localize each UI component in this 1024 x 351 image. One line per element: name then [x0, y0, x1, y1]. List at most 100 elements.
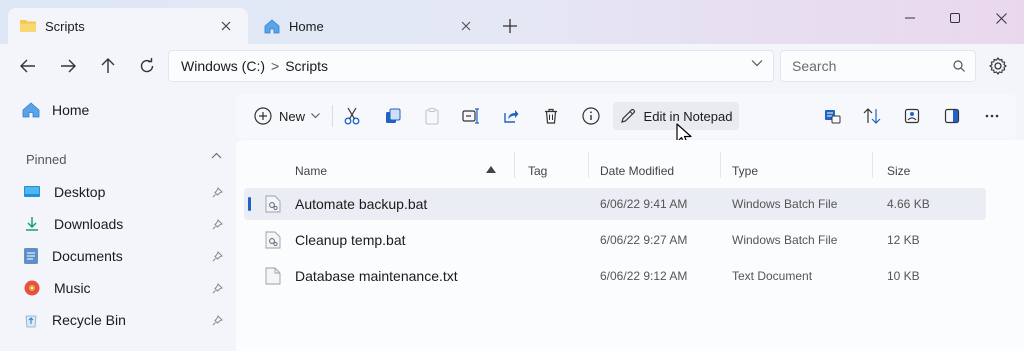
add-icon	[254, 107, 272, 125]
view-icon	[824, 110, 840, 124]
sidebar-item-downloads[interactable]: Downloads	[24, 212, 224, 236]
text-file-icon	[265, 267, 281, 285]
refresh-button[interactable]	[131, 52, 163, 80]
home-icon	[22, 102, 40, 118]
sidebar-item-documents[interactable]: Documents	[24, 244, 224, 268]
sidebar-item-label: Documents	[52, 248, 123, 264]
view-button[interactable]	[816, 102, 848, 130]
sidebar-item-music[interactable]: Music	[24, 276, 224, 300]
column-header-size[interactable]: Size	[887, 164, 910, 178]
column-divider[interactable]	[872, 152, 873, 178]
paste-button[interactable]	[416, 102, 448, 130]
sidebar: Home Pinned Desktop Downloads Documents	[0, 88, 236, 351]
close-icon[interactable]	[456, 16, 476, 36]
file-name: Automate backup.bat	[295, 196, 428, 212]
scissors-icon	[344, 107, 360, 125]
column-header-type[interactable]: Type	[732, 164, 758, 178]
tab-label: Scripts	[45, 18, 85, 34]
batch-file-icon	[265, 195, 281, 213]
pinned-header[interactable]: Pinned	[26, 152, 222, 167]
pin-icon[interactable]	[210, 282, 224, 294]
column-header-name[interactable]: Name	[295, 164, 327, 178]
file-size: 4.66 KB	[887, 197, 930, 211]
pencil-icon	[620, 108, 636, 124]
table-row[interactable]: Cleanup temp.bat 6/06/22 9:27 AM Windows…	[244, 224, 986, 256]
table-row[interactable]: Automate backup.bat 6/06/22 9:41 AM Wind…	[244, 188, 986, 220]
chevron-up-icon[interactable]	[211, 152, 222, 159]
column-header-date[interactable]: Date Modified	[600, 164, 674, 178]
divider	[332, 105, 333, 127]
file-name: Cleanup temp.bat	[295, 232, 406, 248]
column-divider[interactable]	[514, 152, 515, 178]
download-icon	[24, 216, 40, 232]
up-button[interactable]	[92, 52, 124, 80]
new-button[interactable]: New	[250, 102, 324, 130]
column-divider[interactable]	[720, 152, 721, 178]
rename-icon	[462, 108, 479, 124]
back-button[interactable]	[12, 52, 44, 80]
sort-icon	[863, 108, 881, 124]
table-row[interactable]: Database maintenance.txt 6/06/22 9:12 AM…	[244, 260, 986, 292]
delete-button[interactable]	[535, 102, 567, 130]
tab-home[interactable]: Home	[252, 8, 488, 44]
file-size: 10 KB	[887, 269, 920, 283]
pin-icon[interactable]	[210, 218, 224, 230]
copy-button[interactable]	[377, 102, 409, 130]
breadcrumb-folder[interactable]: Scripts	[285, 58, 328, 74]
properties-button[interactable]	[575, 102, 607, 130]
breadcrumb-drive[interactable]: Windows (C:)	[181, 58, 265, 74]
command-bar: New Edit in Notepad	[236, 94, 1016, 138]
gear-icon	[989, 57, 1007, 75]
rename-button[interactable]	[455, 102, 487, 130]
column-header-tag[interactable]: Tag	[528, 164, 547, 178]
sidebar-item-label: Music	[54, 280, 91, 296]
file-type: Windows Batch File	[732, 197, 838, 211]
folder-icon	[20, 19, 36, 33]
search-box[interactable]	[780, 50, 976, 82]
column-divider[interactable]	[588, 152, 589, 178]
close-icon[interactable]	[216, 16, 236, 36]
file-date: 6/06/22 9:41 AM	[600, 197, 688, 211]
pin-icon[interactable]	[210, 314, 224, 326]
search-icon[interactable]	[953, 60, 965, 72]
file-size: 12 KB	[887, 233, 920, 247]
navigation-bar: Windows (C:) > Scripts	[0, 44, 1024, 88]
details-pane-button[interactable]	[936, 102, 968, 130]
minimize-button[interactable]	[887, 6, 933, 30]
sidebar-item-label: Home	[52, 102, 90, 118]
trash-icon	[545, 108, 557, 124]
info-icon	[582, 107, 600, 125]
selection-indicator	[248, 197, 251, 211]
file-type: Text Document	[732, 269, 813, 283]
new-label: New	[278, 108, 305, 124]
cut-button[interactable]	[336, 102, 368, 130]
maximize-button[interactable]	[932, 6, 978, 30]
more-options-button[interactable]	[976, 102, 1008, 130]
search-input[interactable]	[792, 58, 942, 74]
chevron-down-icon[interactable]	[751, 59, 763, 67]
close-window-button[interactable]	[978, 6, 1024, 30]
sidebar-item-label: Recycle Bin	[52, 312, 126, 328]
tab-label: Home	[289, 18, 324, 34]
breadcrumb-separator: >	[271, 58, 280, 74]
desktop-icon	[24, 185, 40, 199]
share-button[interactable]	[495, 102, 527, 130]
sidebar-item-desktop[interactable]: Desktop	[24, 180, 224, 204]
new-tab-button[interactable]	[496, 14, 524, 38]
sidebar-item-label: Downloads	[54, 216, 124, 232]
file-name: Database maintenance.txt	[295, 268, 458, 284]
address-bar[interactable]: Windows (C:) > Scripts	[168, 50, 774, 82]
pin-icon[interactable]	[210, 250, 224, 262]
sort-button[interactable]	[856, 102, 888, 130]
more-icon	[985, 114, 999, 118]
sidebar-item-recycle-bin[interactable]: Recycle Bin	[24, 308, 224, 332]
copy-icon	[386, 108, 401, 123]
pin-icon[interactable]	[210, 186, 224, 198]
forward-button[interactable]	[52, 52, 84, 80]
documents-icon	[24, 248, 38, 264]
settings-button[interactable]	[984, 52, 1012, 80]
preview-button[interactable]	[896, 102, 928, 130]
chevron-down-icon	[311, 113, 320, 119]
tab-scripts[interactable]: Scripts	[8, 8, 248, 44]
sidebar-item-home[interactable]: Home	[22, 102, 89, 118]
